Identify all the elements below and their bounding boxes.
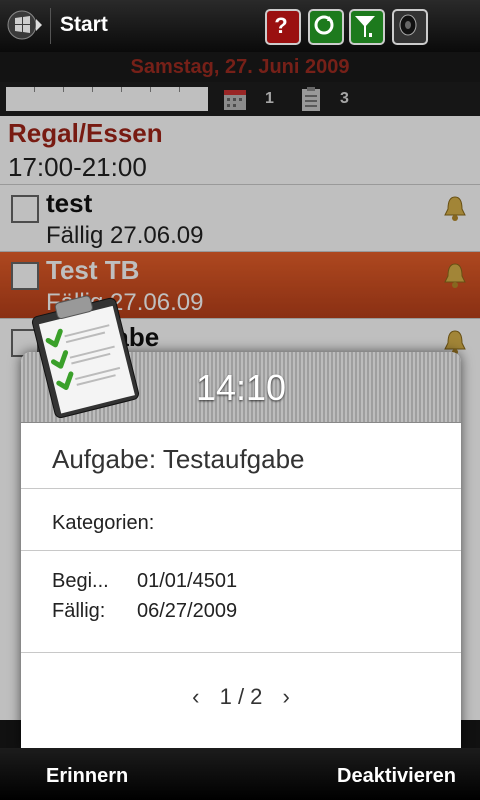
due-label: Fällig: [52, 600, 106, 622]
snooze-button[interactable]: Erinnern [46, 765, 128, 788]
signal-icon[interactable] [349, 9, 385, 45]
windows-start-icon[interactable] [6, 9, 44, 41]
divider [21, 550, 461, 551]
sync-icon[interactable] [308, 9, 344, 45]
pager-count: 1 / 2 [219, 684, 263, 709]
dismiss-button[interactable]: Deaktivieren [337, 765, 456, 788]
speaker-icon[interactable] [392, 9, 428, 45]
reminder-title: Aufgabe: Testaufgabe [52, 444, 305, 474]
previous-reminder-button[interactable]: ‹ [178, 684, 213, 710]
due-value: 06/27/2009 [137, 600, 238, 622]
next-reminder-button[interactable]: › [269, 684, 304, 710]
title-bar: Start ? [0, 0, 480, 53]
begin-label: Begi... [52, 570, 109, 592]
title-separator [50, 8, 51, 44]
reminder-category-label: Kategorien: [52, 512, 155, 534]
begin-value: 01/01/4501 [137, 570, 238, 592]
task-clipboard-icon [20, 292, 150, 420]
divider [21, 488, 461, 489]
reminder-pager: ‹ 1 / 2 › [21, 684, 461, 710]
help-icon[interactable]: ? [265, 9, 301, 45]
svg-text:?: ? [274, 13, 287, 38]
softkey-bar: Erinnern Deaktivieren [0, 748, 480, 800]
app-title: Start [60, 13, 108, 36]
divider [21, 652, 461, 653]
